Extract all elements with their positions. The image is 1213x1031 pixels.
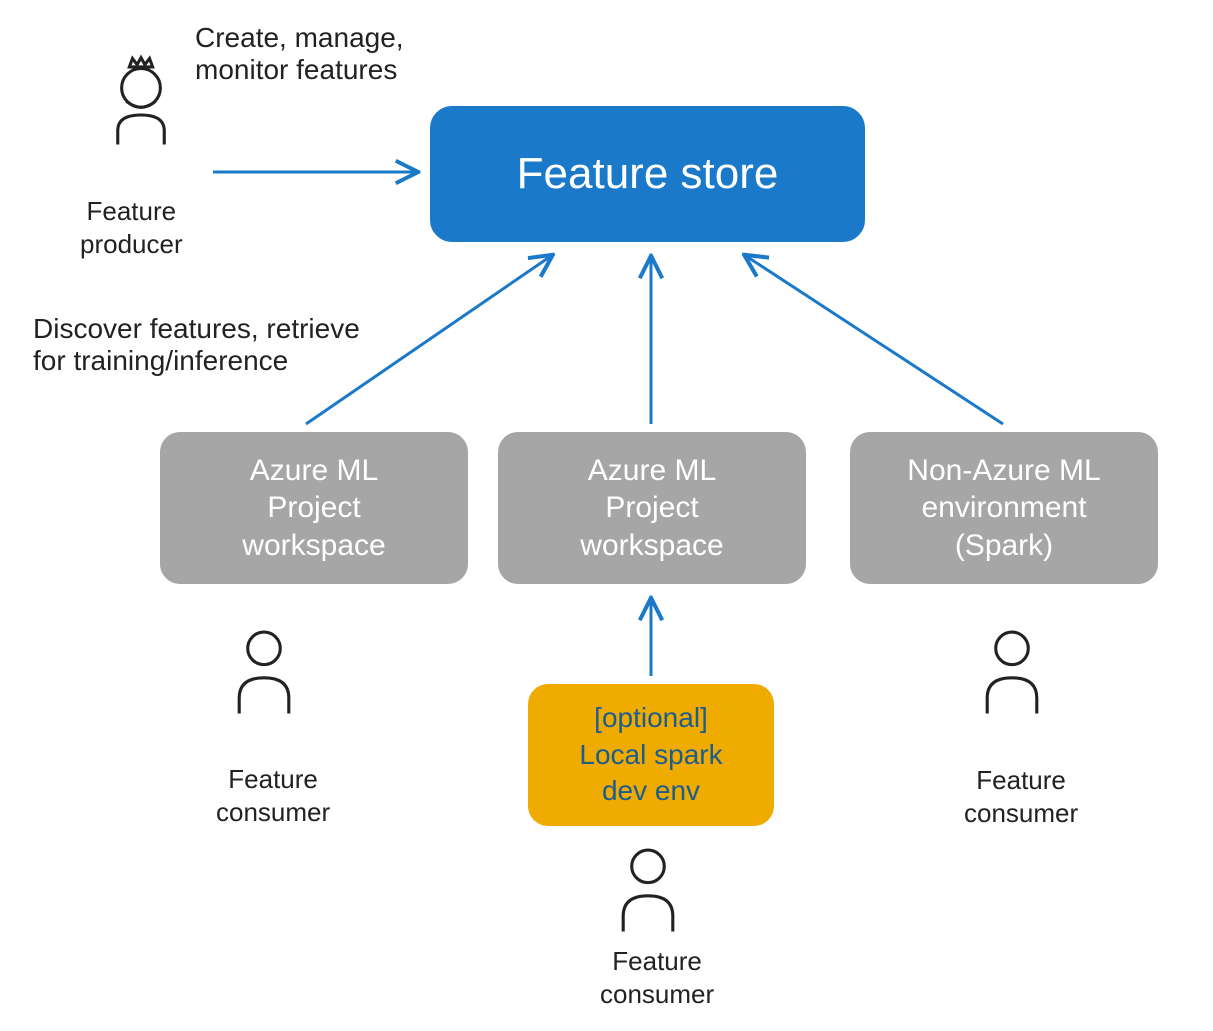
consumer-box-3-label: Non-Azure MLenvironment(Spark) (907, 452, 1100, 565)
feature-store-title: Feature store (517, 149, 779, 199)
consumer-label-2: Featureconsumer (600, 945, 714, 1010)
discover-description: Discover features, retrievefor training/… (33, 313, 360, 377)
consumer-box-1: Azure MLProjectworkspace (160, 432, 468, 584)
consumer-box-1-label: Azure MLProjectworkspace (242, 452, 385, 565)
feature-store-box: Feature store (430, 106, 865, 242)
consumer-box-2: Azure MLProjectworkspace (498, 432, 806, 584)
optional-box-label: [optional]Local sparkdev env (579, 700, 722, 809)
consumer-icon-1 (233, 622, 295, 720)
consumer-box-3: Non-Azure MLenvironment(Spark) (850, 432, 1158, 584)
consumer-icon-2 (617, 840, 679, 938)
consumer-label-3: Featureconsumer (964, 764, 1078, 829)
consumer-label-1: Featureconsumer (216, 763, 330, 828)
producer-icon (110, 53, 172, 151)
consumer-icon-3 (981, 622, 1043, 720)
producer-label: Featureproducer (80, 195, 183, 260)
optional-box: [optional]Local sparkdev env (528, 684, 774, 826)
producer-description: Create, manage,monitor features (195, 22, 404, 86)
arrow-box3-to-store (746, 256, 1003, 424)
consumer-box-2-label: Azure MLProjectworkspace (580, 452, 723, 565)
